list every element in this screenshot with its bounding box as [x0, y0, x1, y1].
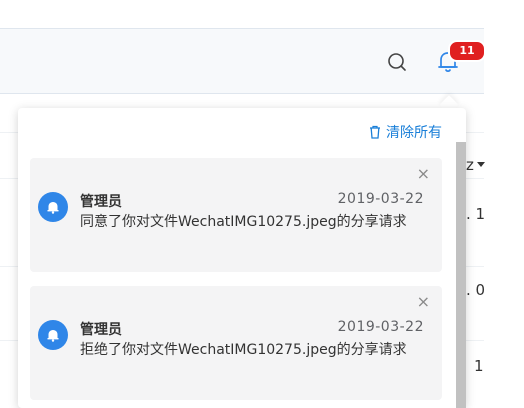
table-cell-fragment: . 0: [466, 281, 486, 299]
table-header-fragment: z: [466, 156, 474, 174]
bell-icon: [47, 202, 59, 214]
notification-date: 2019-03-22: [337, 191, 424, 207]
notification-message: 同意了你对文件WechatIMG10275.jpeg的分享请求: [80, 214, 407, 230]
notification-item[interactable]: × 管理员 2019-03-22 同意了你对文件WechatIMG10275.j…: [30, 158, 442, 272]
notification-item[interactable]: × 管理员 2019-03-22 拒绝了你对文件WechatIMG10275.j…: [30, 286, 442, 400]
clear-all-label: 清除所有: [386, 125, 442, 141]
notification-date: 2019-03-22: [337, 319, 424, 335]
avatar: [38, 320, 68, 350]
sort-caret-icon[interactable]: [477, 162, 485, 167]
notification-message: 拒绝了你对文件WechatIMG10275.jpeg的分享请求: [80, 342, 407, 358]
bell-icon: [47, 330, 59, 342]
close-icon[interactable]: ×: [417, 164, 430, 183]
trash-icon: [368, 125, 382, 139]
close-icon[interactable]: ×: [417, 292, 430, 311]
clear-all-button[interactable]: 清除所有: [368, 122, 442, 142]
notification-popover: 清除所有 × 管理员 2019-03-22 同意了你对文件WechatIMG10…: [18, 108, 466, 408]
avatar: [38, 192, 68, 222]
table-cell-fragment: 1: [474, 357, 484, 375]
notification-sender: 管理员: [80, 322, 122, 338]
notification-count-badge: 11: [448, 40, 486, 62]
search-icon[interactable]: [385, 50, 409, 74]
top-bar: [0, 28, 484, 94]
scrollbar[interactable]: [456, 142, 466, 408]
table-cell-fragment: . 1: [466, 205, 486, 223]
notification-sender: 管理员: [80, 194, 122, 210]
